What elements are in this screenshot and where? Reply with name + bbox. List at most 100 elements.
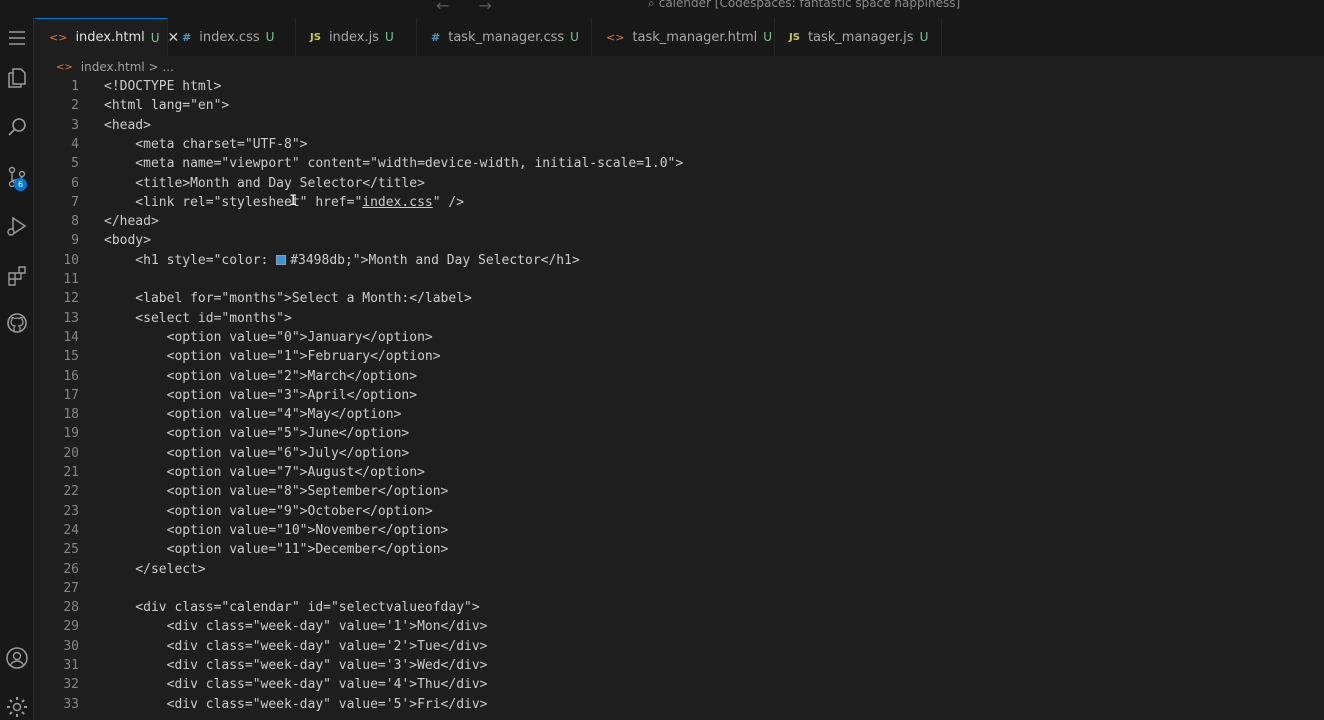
code-line[interactable]: 13 <select id="months"> (35, 309, 1324, 328)
code-line[interactable]: 11 (35, 270, 1324, 289)
line-number: 11 (63, 272, 79, 287)
line-number: 17 (63, 387, 79, 403)
code-line[interactable]: 4 <meta charset="UTF-8"> (35, 135, 1324, 154)
code-line[interactable]: 1 <!DOCTYPE html> (35, 77, 1324, 96)
line-number: 5 (71, 156, 79, 172)
line-number: 6 (71, 175, 79, 191)
untracked-status: U (570, 30, 579, 44)
code-line[interactable]: 15 <option value="1">February</option> (35, 347, 1324, 366)
line-number: 3 (71, 117, 79, 133)
code-text: <div class="week-day" value='5'>Fri</div… (104, 696, 488, 712)
code-line[interactable]: 29 <div class="week-day" value='1'>Mon</… (35, 617, 1324, 636)
code-text: <option value="2">March</option> (104, 368, 418, 384)
stylesheet-link[interactable]: index.css (362, 195, 432, 210)
code-line[interactable]: 18 <option value="4">May</option> (35, 405, 1324, 424)
code-line[interactable]: 9 <body> (35, 231, 1324, 250)
tab-index-js[interactable]: JS index.js U (296, 18, 417, 56)
code-text: <div class="calendar" id="selectvalueofd… (104, 600, 480, 616)
code-text: <option value="9">October</option> (104, 503, 433, 519)
code-line[interactable]: 20 <option value="6">July</option> (35, 444, 1324, 463)
code-line[interactable]: 5 <meta name="viewport" content="width=d… (35, 154, 1324, 173)
line-number: 8 (71, 214, 79, 230)
line-number: 15 (63, 349, 79, 365)
code-line[interactable]: 22 <option value="8">September</option> (35, 482, 1324, 501)
line-number: 9 (71, 233, 79, 249)
code-line[interactable]: 32 <div class="week-day" value='4'>Thu</… (35, 675, 1324, 694)
breadcrumb[interactable]: <> index.html > ... (56, 58, 174, 76)
code-text: <div class="week-day" value='4'>Thu</div… (104, 677, 488, 693)
tab-label: index.js (328, 29, 380, 45)
code-text: <option value="11">December</option> (104, 542, 449, 558)
untracked-status: U (919, 30, 929, 44)
extensions-icon[interactable] (0, 258, 34, 292)
code-line[interactable]: 17 <option value="3">April</option> (35, 386, 1324, 405)
code-line[interactable]: 6 <title>Month and Day Selector</title> (35, 174, 1324, 193)
explorer-icon[interactable] (0, 61, 34, 95)
code-line[interactable]: 16 <option value="2">March</option> (35, 367, 1324, 386)
source-control-icon[interactable]: 6 (0, 160, 34, 194)
code-line[interactable]: 24 <option value="10">November</option> (35, 521, 1324, 540)
code-text: <option value="4">May</option> (104, 407, 402, 423)
mouse-cursor-icon: I (289, 193, 298, 209)
code-line[interactable]: 10 <h1 style="color: #3498db;">Month and… (35, 251, 1324, 270)
code-text: </head> (104, 214, 159, 230)
code-line[interactable]: 26 </select> (35, 560, 1324, 579)
line-number: 30 (63, 638, 79, 654)
editor-tab-bar: <> index.html U ✕ # index.css U JS index… (35, 18, 1324, 56)
account-icon[interactable] (0, 641, 34, 675)
code-text: <div class="week-day" value='2'>Tue</div… (104, 638, 488, 654)
untracked-status: U (265, 30, 275, 44)
code-line[interactable]: 14 <option value="0">January</option> (35, 328, 1324, 347)
code-text: <option value="3">April</option> (104, 387, 418, 403)
css-file-icon: # (431, 30, 441, 44)
tab-label: task_manager.css (448, 29, 565, 45)
code-text: <label for="months">Select a Month:</lab… (104, 291, 472, 307)
line-number: 13 (63, 310, 79, 326)
code-text: <option value="6">July</option> (104, 445, 410, 461)
tab-task-manager-css[interactable]: # task_manager.css U (417, 18, 592, 56)
code-editor[interactable]: 1 <!DOCTYPE html> 2 <html lang="en"> 3 <head>… (35, 77, 1324, 720)
line-number: 29 (63, 619, 79, 635)
code-text: <title>Month and Day Selector</title> (104, 175, 425, 191)
code-line[interactable]: 2 <html lang="en"> (35, 96, 1324, 115)
code-line[interactable]: 33 <div class="week-day" value='5'>Fri</… (35, 695, 1324, 714)
code-text: <div class="week-day" value='1'>Mon</div… (104, 619, 488, 635)
code-line[interactable]: 8 </head> (35, 212, 1324, 231)
command-center[interactable]: ⌕ calender [Codespaces: fantastic space h… (648, 0, 960, 11)
code-segment: #3498db;">Month and Day Selector</h1> (290, 252, 580, 268)
code-line[interactable]: 12 <label for="months">Select a Month:</… (35, 289, 1324, 308)
search-icon[interactable] (0, 110, 34, 144)
tab-task-manager-html[interactable]: <> task_manager.html U (592, 18, 775, 56)
code-line[interactable]: 3 <head> (35, 116, 1324, 135)
code-line[interactable]: 23 <option value="9">October</option> (35, 502, 1324, 521)
github-icon[interactable] (0, 306, 34, 340)
tab-index-css[interactable]: # index.css U (168, 18, 296, 56)
code-line[interactable]: 7 <link rel="stylesheet" href="index.css… (35, 193, 1324, 212)
source-control-badge: 6 (14, 178, 27, 191)
tab-label: task_manager.js (807, 29, 914, 45)
code-line[interactable]: 28 <div class="calendar" id="selectvalue… (35, 598, 1324, 617)
code-line[interactable]: 21 <option value="7">August</option> (35, 463, 1324, 482)
code-segment: <link rel="stylesheet" href=" (104, 194, 363, 210)
code-segment: " /> (432, 194, 465, 210)
line-number: 14 (63, 329, 79, 345)
code-line[interactable]: 19 <option value="5">June</option> (35, 424, 1324, 443)
nav-arrows[interactable]: ← → (436, 0, 504, 15)
code-line[interactable]: 30 <div class="week-day" value='2'>Tue</… (35, 637, 1324, 656)
line-number: 23 (63, 503, 79, 519)
tab-task-manager-js[interactable]: JS task_manager.js U (775, 18, 942, 56)
run-debug-icon[interactable] (0, 209, 34, 243)
color-swatch-icon[interactable] (276, 254, 287, 265)
code-line[interactable]: 25 <option value="11">December</option> (35, 540, 1324, 559)
menu-icon[interactable] (0, 21, 34, 55)
code-text: <select id="months"> (104, 310, 292, 326)
tab-index-html[interactable]: <> index.html U ✕ (35, 18, 179, 56)
code-text: <html lang="en"> (104, 98, 230, 114)
code-text: <meta charset="UTF-8"> (104, 136, 308, 152)
code-line[interactable]: 27 (35, 579, 1324, 598)
code-line[interactable]: 31 <div class="week-day" value='3'>Wed</… (35, 656, 1324, 675)
tab-label: index.html (75, 30, 145, 45)
settings-gear-icon[interactable] (0, 690, 34, 720)
code-text: <option value="7">August</option> (104, 465, 425, 480)
line-number: 32 (63, 677, 79, 693)
